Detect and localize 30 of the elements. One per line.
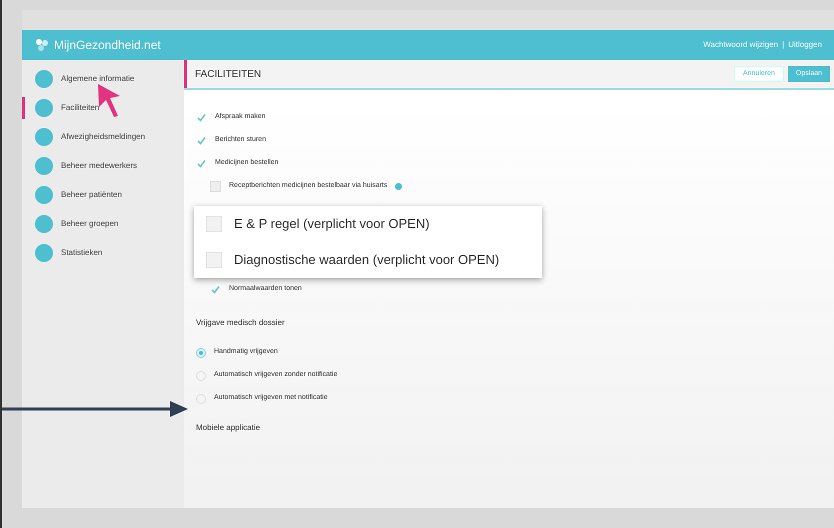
sidebar-item[interactable]: Beheer groepen	[22, 213, 184, 235]
checkbox[interactable]	[210, 284, 221, 295]
checkbox[interactable]	[196, 158, 207, 169]
menu-item-icon	[35, 70, 53, 88]
logo-icon	[34, 37, 50, 53]
sidebar-item[interactable]: Beheer patiënten	[22, 184, 184, 206]
radio-button[interactable]	[196, 370, 206, 380]
checkbox[interactable]	[206, 216, 222, 232]
link-separator: |	[782, 39, 784, 51]
checkbox-label: Diagnostische waarden (verplicht voor OPEN)	[234, 251, 500, 270]
radio-button[interactable]	[196, 394, 206, 404]
section-title: Vrijgave medisch dossier	[196, 317, 286, 329]
menu-item-icon	[35, 99, 53, 117]
checkbox-label: E & P regel (verplicht voor OPEN)	[234, 215, 430, 234]
sidebar-item[interactable]: Statistieken	[22, 242, 184, 264]
sidebar-item[interactable]: Afwezigheidsmeldingen	[22, 126, 184, 148]
menu-item-icon	[35, 244, 53, 262]
radio-button[interactable]	[196, 348, 206, 358]
menu-item-icon	[35, 215, 53, 233]
checkbox[interactable]	[196, 135, 207, 146]
menu-item-icon	[35, 157, 53, 175]
checkbox[interactable]	[206, 252, 222, 268]
section-title: Mobiele applicatie	[196, 422, 262, 434]
sidebar-item[interactable]: Algemene informatie	[22, 68, 184, 90]
checkbox[interactable]	[196, 112, 207, 123]
checkbox[interactable]	[210, 181, 221, 192]
menu-item-icon	[35, 186, 53, 204]
app-logo-text: MijnGezondheid.net	[54, 37, 161, 54]
sidebar-item[interactable]: Beheer medewerkers	[22, 155, 184, 177]
menu-item-icon	[35, 128, 53, 146]
